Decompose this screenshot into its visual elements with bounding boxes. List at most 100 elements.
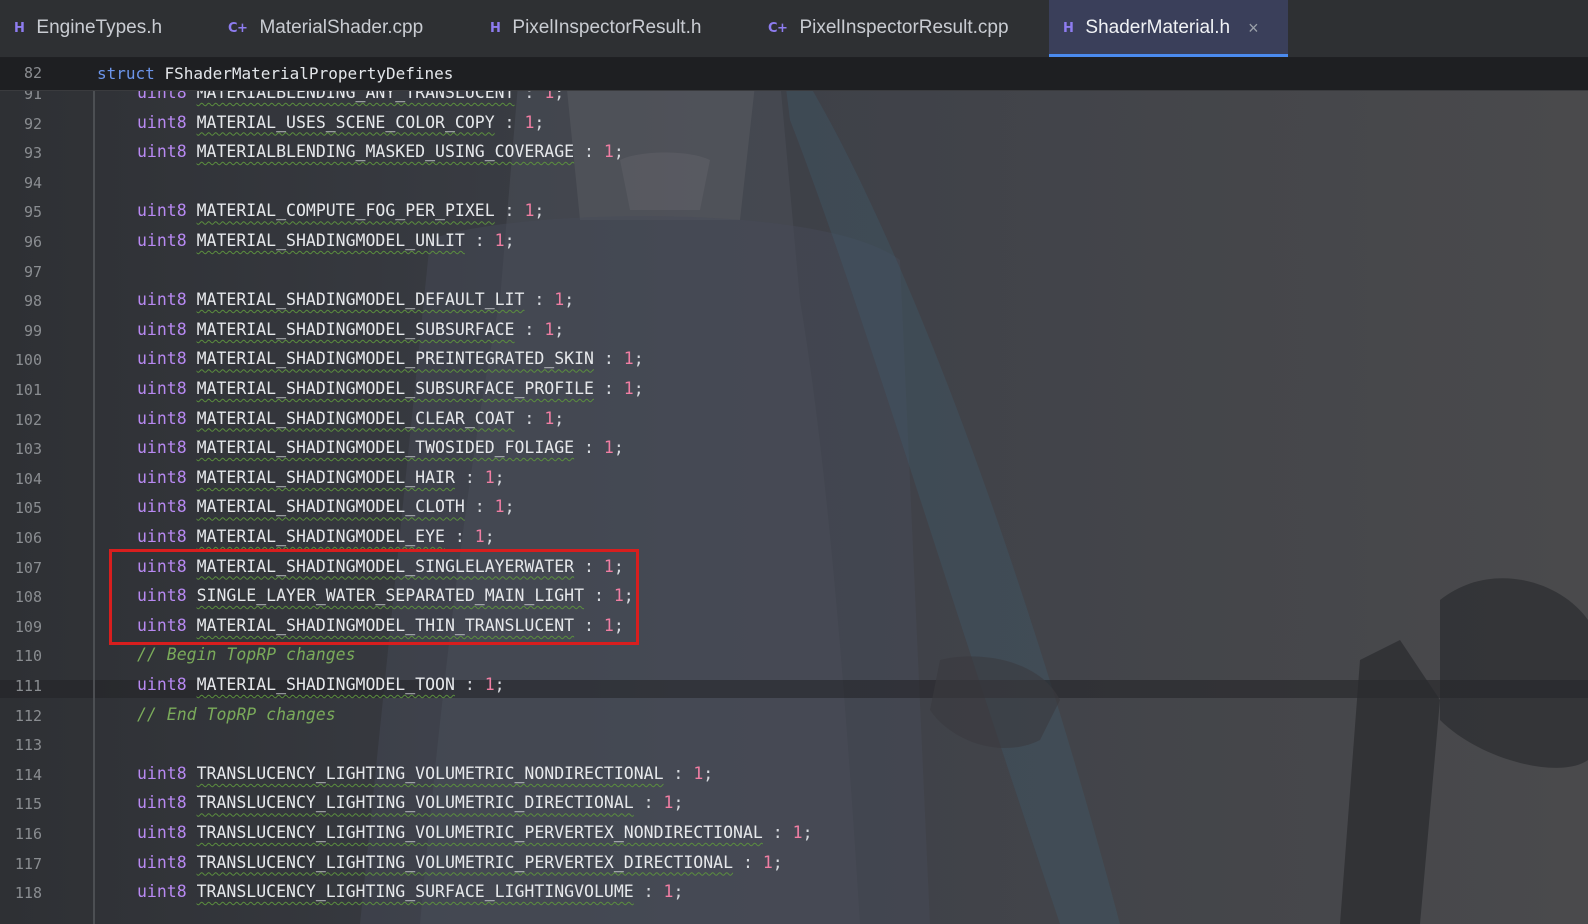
semicolon: ; [633, 349, 644, 369]
bitfield-separator: : [762, 823, 793, 842]
code-line[interactable]: 118 uint8 TRANSLUCENCY_LIGHTING_SURFACE_L… [0, 878, 1588, 907]
field-identifier: MATERIAL_SHADINGMODEL_CLOTH [196, 497, 465, 517]
tab-enginetypes-h[interactable]: H EngineTypes.h [0, 0, 208, 56]
code-line[interactable]: 112 // End TopRP changes [0, 701, 1588, 730]
line-number: 94 [23, 173, 42, 192]
type-keyword: uint8 [137, 675, 187, 694]
code-line[interactable]: 116 uint8 TRANSLUCENCY_LIGHTING_VOLUMETRI… [0, 819, 1588, 848]
code-line[interactable]: 111 uint8 MATERIAL_SHADINGMODEL_TOON : 1; [0, 671, 1588, 700]
semicolon: ; [504, 231, 515, 250]
code-line[interactable]: 117 uint8 TRANSLUCENCY_LIGHTING_VOLUMETRI… [0, 849, 1588, 878]
close-icon[interactable]: × [1248, 18, 1259, 39]
code-line[interactable]: 97 [0, 257, 1588, 286]
line-number: 114 [14, 765, 42, 784]
type-keyword: uint8 [137, 142, 187, 162]
field-identifier: MATERIAL_SHADINGMODEL_EYE [196, 527, 445, 546]
code-line[interactable]: 103 uint8 MATERIAL_SHADINGMODEL_TWOSIDED_… [0, 434, 1588, 463]
type-keyword: uint8 [137, 497, 187, 517]
code-text: uint8 MATERIAL_SHADINGMODEL_PREINTEGRATE… [137, 349, 644, 368]
field-identifier: TRANSLUCENCY_LIGHTING_VOLUMETRIC_DIRECTI… [196, 793, 634, 813]
type-keyword: uint8 [137, 290, 187, 310]
semicolon: ; [703, 763, 714, 783]
line-number: 102 [14, 410, 42, 429]
code-line[interactable]: 114 uint8 TRANSLUCENCY_LIGHTING_VOLUMETRI… [0, 760, 1588, 789]
code-line[interactable]: 96 uint8 MATERIAL_SHADINGMODEL_UNLIT : 1; [0, 227, 1588, 256]
code-line[interactable]: 92 uint8 MATERIAL_USES_SCENE_COLOR_COPY :… [0, 109, 1588, 138]
code-editor[interactable]: 91 uint8 MATERIALBLENDING_ANY_TRANSLUCENT… [0, 90, 1588, 924]
bitfield-separator: : [514, 408, 545, 428]
cpp-file-icon: C+ [768, 20, 788, 36]
code-text: uint8 MATERIAL_SHADINGMODEL_EYE : 1; [137, 527, 495, 546]
code-line[interactable]: 113 [0, 730, 1588, 759]
tab-label: MaterialShader.cpp [259, 17, 424, 38]
bitfield-separator: : [444, 527, 475, 546]
number-literal: 1 [623, 379, 634, 398]
bitfield-separator: : [524, 290, 555, 310]
semicolon: ; [484, 527, 495, 546]
line-number: 99 [23, 321, 42, 340]
type-keyword: uint8 [137, 438, 187, 458]
bitfield-separator: : [633, 793, 664, 813]
header-file-icon: H [490, 20, 501, 36]
code-text: uint8 TRANSLUCENCY_LIGHTING_VOLUMETRIC_N… [137, 764, 713, 783]
code-line[interactable]: 98 uint8 MATERIAL_SHADINGMODEL_DEFAULT_LI… [0, 286, 1588, 315]
semicolon: ; [613, 438, 624, 458]
bitfield-separator: : [454, 467, 485, 487]
code-text: uint8 MATERIALBLENDING_MASKED_USING_COVE… [137, 142, 624, 161]
bitfield-separator: : [574, 438, 604, 458]
field-identifier: MATERIAL_SHADINGMODEL_HAIR [196, 467, 455, 487]
bitfield-separator: : [494, 201, 525, 221]
code-text: uint8 MATERIAL_COMPUTE_FOG_PER_PIXEL : 1… [137, 201, 544, 220]
comment: // End TopRP changes [137, 704, 336, 724]
code-text: uint8 MATERIALBLENDING_ANY_TRANSLUCENT :… [137, 90, 564, 102]
tab-materialshader-cpp[interactable]: C+ MaterialShader.cpp [214, 0, 476, 56]
semicolon: ; [772, 852, 783, 872]
line-number: 91 [23, 90, 42, 103]
code-text: uint8 MATERIAL_SHADINGMODEL_SUBSURFACE_P… [137, 379, 644, 398]
bitfield-separator: : [633, 882, 664, 902]
type-keyword: uint8 [137, 882, 187, 902]
number-literal: 1 [484, 675, 495, 694]
type-keyword: uint8 [137, 467, 187, 487]
number-literal: 1 [623, 349, 634, 369]
tab-shadermaterial-h[interactable]: H ShaderMaterial.h × [1049, 0, 1288, 58]
field-identifier: MATERIAL_SHADINGMODEL_TWOSIDED_FOLIAGE [196, 438, 575, 458]
code-line[interactable]: 99 uint8 MATERIAL_SHADINGMODEL_SUBSURFACE… [0, 316, 1588, 345]
bitfield-separator: : [494, 112, 525, 132]
bitfield-separator: : [514, 90, 545, 102]
number-literal: 1 [544, 408, 555, 428]
sticky-scope-header[interactable]: 82 struct FShaderMaterialPropertyDefines [0, 58, 1588, 91]
tab-label: PixelInspectorResult.h [512, 17, 702, 38]
code-line[interactable]: 115 uint8 TRANSLUCENCY_LIGHTING_VOLUMETRI… [0, 789, 1588, 818]
code-line[interactable]: 100 uint8 MATERIAL_SHADINGMODEL_PREINTEGR… [0, 345, 1588, 374]
code-line[interactable]: 106 uint8 MATERIAL_SHADINGMODEL_EYE : 1; [0, 523, 1588, 552]
code-text: uint8 MATERIAL_SHADINGMODEL_TWOSIDED_FOL… [137, 438, 624, 457]
code-line[interactable]: 94 [0, 168, 1588, 197]
code-line[interactable]: 102 uint8 MATERIAL_SHADINGMODEL_CLEAR_COA… [0, 405, 1588, 434]
line-number: 104 [14, 469, 42, 488]
tab-pixelinspectorresult-cpp[interactable]: C+ PixelInspectorResult.cpp [754, 0, 1049, 56]
code-text: uint8 TRANSLUCENCY_LIGHTING_VOLUMETRIC_D… [137, 793, 683, 812]
code-line[interactable]: 101 uint8 MATERIAL_SHADINGMODEL_SUBSURFAC… [0, 375, 1588, 404]
field-identifier: MATERIAL_SHADINGMODEL_UNLIT [196, 231, 465, 250]
field-identifier: TRANSLUCENCY_LIGHTING_SURFACE_LIGHTINGVO… [196, 882, 634, 902]
bitfield-separator: : [454, 675, 485, 694]
code-line[interactable]: 105 uint8 MATERIAL_SHADINGMODEL_CLOTH : 1… [0, 493, 1588, 522]
code-line[interactable]: 110 // Begin TopRP changes [0, 641, 1588, 670]
semicolon: ; [633, 379, 644, 398]
number-literal: 1 [603, 438, 614, 458]
code-text: // End TopRP changes [137, 705, 336, 724]
line-number: 107 [14, 558, 42, 577]
type-keyword: uint8 [137, 349, 187, 369]
type-keyword: uint8 [137, 201, 187, 221]
type-keyword: uint8 [137, 90, 187, 102]
type-keyword: uint8 [137, 793, 187, 813]
code-line[interactable]: 95 uint8 MATERIAL_COMPUTE_FOG_PER_PIXEL :… [0, 197, 1588, 226]
code-line[interactable]: 104 uint8 MATERIAL_SHADINGMODEL_HAIR : 1; [0, 464, 1588, 493]
code-line[interactable]: 91 uint8 MATERIALBLENDING_ANY_TRANSLUCENT… [0, 90, 1588, 108]
line-number: 100 [14, 351, 42, 370]
bitfield-separator: : [464, 231, 495, 250]
code-line[interactable]: 93 uint8 MATERIALBLENDING_MASKED_USING_CO… [0, 138, 1588, 167]
line-number: 106 [14, 529, 42, 547]
tab-pixelinspectorresult-h[interactable]: H PixelInspectorResult.h [476, 0, 754, 56]
